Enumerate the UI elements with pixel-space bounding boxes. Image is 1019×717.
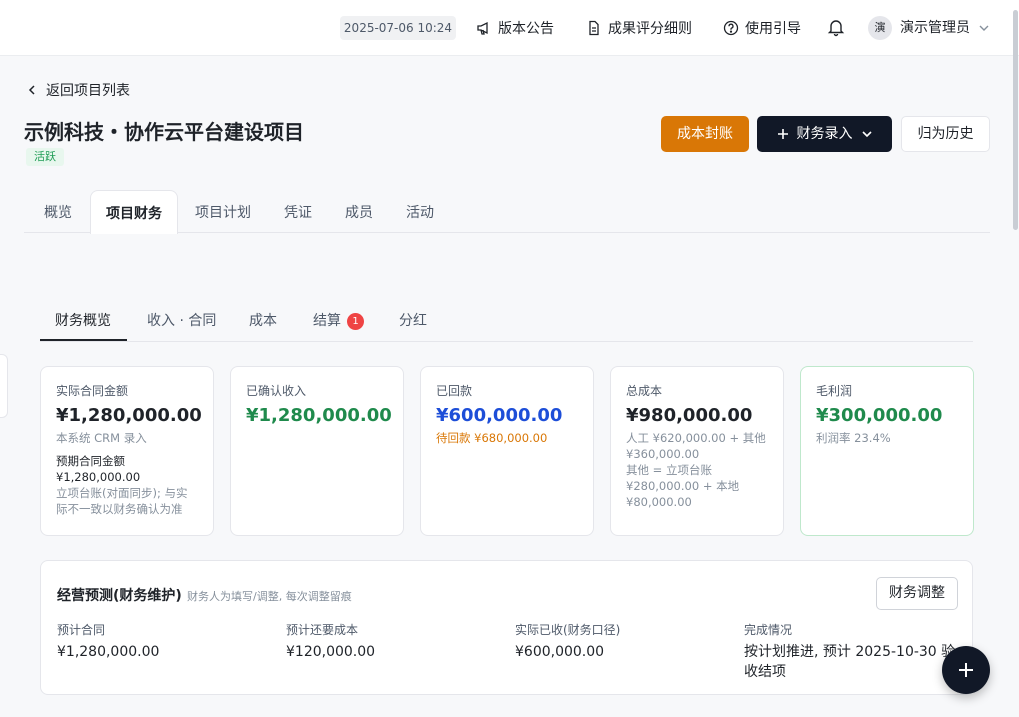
finance-entry-button[interactable]: 财务录入 — [757, 116, 892, 152]
expected-contract-value: ¥1,280,000.00 — [56, 470, 141, 484]
finance-adjust-button[interactable]: 财务调整 — [876, 577, 958, 610]
announcements-label: 版本公告 — [498, 21, 554, 37]
tab-project-plan[interactable]: 项目计划 — [195, 190, 251, 233]
card-value: ¥1,280,000.00 — [246, 405, 392, 426]
card-value: ¥300,000.00 — [816, 405, 943, 426]
avatar[interactable]: 演 — [868, 16, 892, 40]
chevron-down-icon — [861, 131, 872, 138]
forecast-label: 实际已收(财务口径) — [515, 623, 621, 637]
finance-tabs: 财务概览 收入 · 合同 成本 结算 1 分红 — [40, 300, 973, 342]
add-fab-button[interactable] — [942, 646, 990, 694]
finance-entry-label: 财务录入 — [796, 126, 853, 142]
side-collapse-handle[interactable] — [0, 354, 8, 418]
operating-forecast-panel: 经营预测(财务维护) 财务人为填写/调整, 每次调整留痕 财务调整 预计合同 ¥… — [40, 560, 973, 695]
document-icon — [589, 20, 599, 36]
settlement-count-badge: 1 — [347, 313, 364, 330]
tab-settlement-label: 结算 — [313, 313, 341, 329]
card-source: 本系统 CRM 录入 — [56, 431, 147, 445]
card-label: 已回款 — [436, 384, 473, 398]
forecast-value: ¥600,000.00 — [515, 644, 605, 660]
profit-margin: 利润率 23.4% — [816, 431, 891, 445]
tab-finance-overview[interactable]: 财务概览 — [55, 310, 111, 330]
forecast-item: 预计还要成本 ¥120,000.00 — [286, 621, 375, 662]
tab-overview[interactable]: 概览 — [44, 190, 72, 233]
card-total-cost: 总成本 ¥980,000.00 人工 ¥620,000.00 + 其他 ¥360… — [610, 366, 784, 536]
pending-collection: 待回款 ¥680,000.00 — [436, 431, 548, 445]
top-bar: 2025-07-06 10:24 版本公告 成果评分细则 使用引导 演 演示管理… — [0, 0, 1019, 56]
forecast-value: ¥1,280,000.00 — [57, 644, 160, 660]
guide-label: 使用引导 — [745, 21, 801, 37]
card-gross-profit: 毛利润 ¥300,000.00 利润率 23.4% — [800, 366, 974, 536]
scoring-rules-label: 成果评分细则 — [608, 21, 692, 37]
card-confirmed-income: 已确认收入 ¥1,280,000.00 — [230, 366, 404, 536]
tab-dividend[interactable]: 分红 — [399, 310, 427, 330]
megaphone-icon — [477, 21, 488, 35]
cost-breakdown: 人工 ¥620,000.00 + 其他 ¥360,000.00 — [626, 431, 766, 461]
project-tabs: 概览 项目财务 项目计划 凭证 成员 活动 — [24, 190, 990, 234]
forecast-item: 实际已收(财务口径) ¥600,000.00 — [515, 621, 620, 662]
help-icon — [723, 20, 739, 36]
card-label: 毛利润 — [816, 384, 853, 398]
plus-icon — [959, 663, 973, 677]
chevron-left-icon — [28, 85, 35, 95]
forecast-item: 预计合同 ¥1,280,000.00 — [57, 621, 159, 662]
tab-vouchers[interactable]: 凭证 — [284, 190, 312, 233]
other-cost-breakdown: 其他 = 立项台账 ¥280,000.00 + 本地 ¥80,000.00 — [626, 463, 740, 509]
card-value: ¥980,000.00 — [626, 405, 753, 426]
card-label: 已确认收入 — [246, 384, 307, 398]
card-value: ¥600,000.00 — [436, 405, 563, 426]
tab-activity[interactable]: 活动 — [406, 190, 434, 233]
active-tab-indicator — [40, 339, 127, 341]
card-label: 实际合同金额 — [56, 384, 129, 398]
page-title: 示例科技・协作云平台建设项目 — [24, 120, 304, 144]
tab-members[interactable]: 成员 — [345, 190, 373, 233]
forecast-title: 经营预测(财务维护) — [57, 588, 182, 604]
card-label: 总成本 — [626, 384, 663, 398]
tab-income-contract[interactable]: 收入 · 合同 — [147, 310, 216, 330]
current-datetime: 2025-07-06 10:24 — [340, 16, 456, 40]
forecast-note: 财务人为填写/调整, 每次调整留痕 — [187, 590, 352, 603]
card-contract-amount: 实际合同金额 ¥1,280,000.00 本系统 CRM 录入 预期合同金额 ¥… — [40, 366, 214, 536]
forecast-value: ¥120,000.00 — [286, 644, 376, 660]
tab-settlement[interactable]: 结算 1 — [313, 310, 364, 330]
forecast-label: 预计合同 — [57, 623, 106, 637]
username[interactable]: 演示管理员 — [900, 16, 970, 40]
chevron-down-icon[interactable] — [978, 22, 990, 34]
forecast-item: 完成情况 按计划推进, 预计 2025-10-30 验收结项 — [744, 621, 959, 682]
tab-cost[interactable]: 成本 — [249, 310, 277, 330]
expected-contract-label: 预期合同金额 — [56, 454, 125, 468]
guide-link[interactable]: 使用引导 — [723, 16, 801, 40]
card-value: ¥1,280,000.00 — [56, 405, 202, 426]
back-label: 返回项目列表 — [46, 83, 130, 99]
scrollbar-thumb[interactable] — [1013, 10, 1018, 230]
card-note: 立项台账(对面同步); 与实际不一致以财务确认为准 — [56, 486, 188, 516]
scoring-rules-link[interactable]: 成果评分细则 — [586, 16, 692, 40]
plus-icon — [777, 129, 788, 139]
archive-button[interactable]: 归为历史 — [901, 116, 990, 152]
cost-seal-button[interactable]: 成本封账 — [661, 116, 749, 152]
card-collected: 已回款 ¥600,000.00 待回款 ¥680,000.00 — [420, 366, 594, 536]
forecast-label: 完成情况 — [744, 623, 793, 637]
status-badge: 活跃 — [26, 148, 64, 166]
announcements-link[interactable]: 版本公告 — [476, 16, 554, 40]
tab-project-finance[interactable]: 项目财务 — [90, 190, 178, 234]
bell-icon[interactable] — [826, 17, 846, 37]
forecast-value: 按计划推进, 预计 2025-10-30 验收结项 — [744, 644, 956, 680]
back-to-projects-link[interactable]: 返回项目列表 — [26, 80, 130, 100]
forecast-label: 预计还要成本 — [286, 623, 359, 637]
